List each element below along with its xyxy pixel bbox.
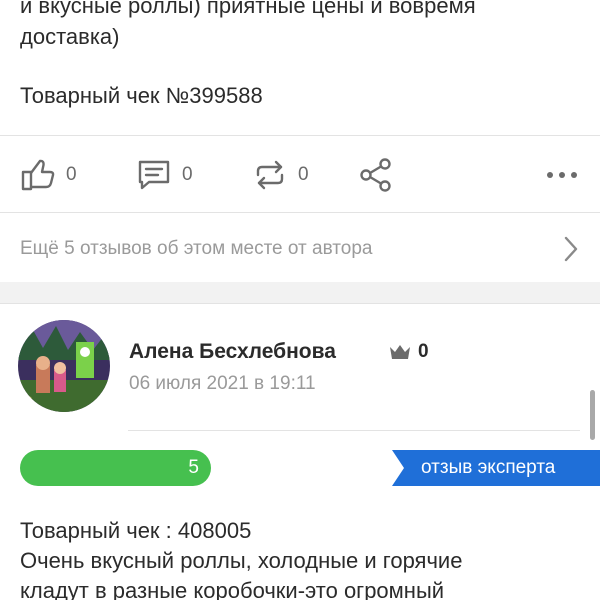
expert-review-label: отзыв эксперта [421, 457, 556, 478]
previous-review-line-1: и вкусные роллы) приятные цены и вовремя [20, 0, 476, 18]
review-date: 06 июля 2021 в 19:11 [129, 373, 316, 394]
rating-value: 5 [188, 457, 199, 478]
crown-icon [390, 345, 410, 359]
review-body-line-1: Товарный чек : 408005 [20, 518, 252, 543]
more-options-button[interactable] [544, 156, 580, 194]
chevron-right-icon [564, 236, 578, 262]
author-crowns: 0 [388, 341, 429, 363]
previous-review-text: и вкусные роллы) приятные цены и вовремя… [20, 0, 580, 111]
comment-icon [138, 160, 170, 190]
like-button[interactable]: 0 [20, 156, 77, 194]
more-reviews-link[interactable]: Ещё 5 отзывов об этом месте от автора [0, 214, 600, 282]
review-body-line-3: кладут в разные коробочки-это огромный [20, 578, 445, 600]
repost-button[interactable]: 0 [252, 156, 309, 194]
section-separator [0, 282, 600, 304]
previous-review-line-2: доставка) [20, 24, 120, 49]
repost-icon [256, 160, 284, 190]
author-name[interactable]: Алена Бесхлебнова [129, 340, 336, 364]
avatar[interactable] [18, 320, 110, 412]
crown-count: 0 [418, 341, 429, 362]
comment-button[interactable]: 0 [136, 156, 193, 194]
review-actions-bar: 0 0 0 [0, 135, 600, 213]
scrollbar[interactable] [590, 390, 595, 440]
more-reviews-text: Ещё 5 отзывов об этом месте от автора [20, 238, 373, 259]
share-button[interactable] [358, 156, 394, 194]
previous-review-receipt: Товарный чек №399588 [20, 83, 263, 108]
author-divider [128, 430, 580, 431]
review-body: Товарный чек : 408005 Очень вкусный ролл… [20, 516, 590, 600]
repost-count: 0 [298, 164, 309, 185]
share-icon [360, 158, 391, 192]
review-body-line-2: Очень вкусный роллы, холодные и горячие [20, 548, 463, 573]
comment-count: 0 [182, 164, 193, 185]
more-icon [547, 172, 577, 178]
like-count: 0 [66, 164, 77, 185]
expert-review-badge: отзыв эксперта [392, 450, 600, 486]
rating-pill: 5 [20, 450, 211, 486]
thumbs-up-icon [21, 159, 55, 191]
